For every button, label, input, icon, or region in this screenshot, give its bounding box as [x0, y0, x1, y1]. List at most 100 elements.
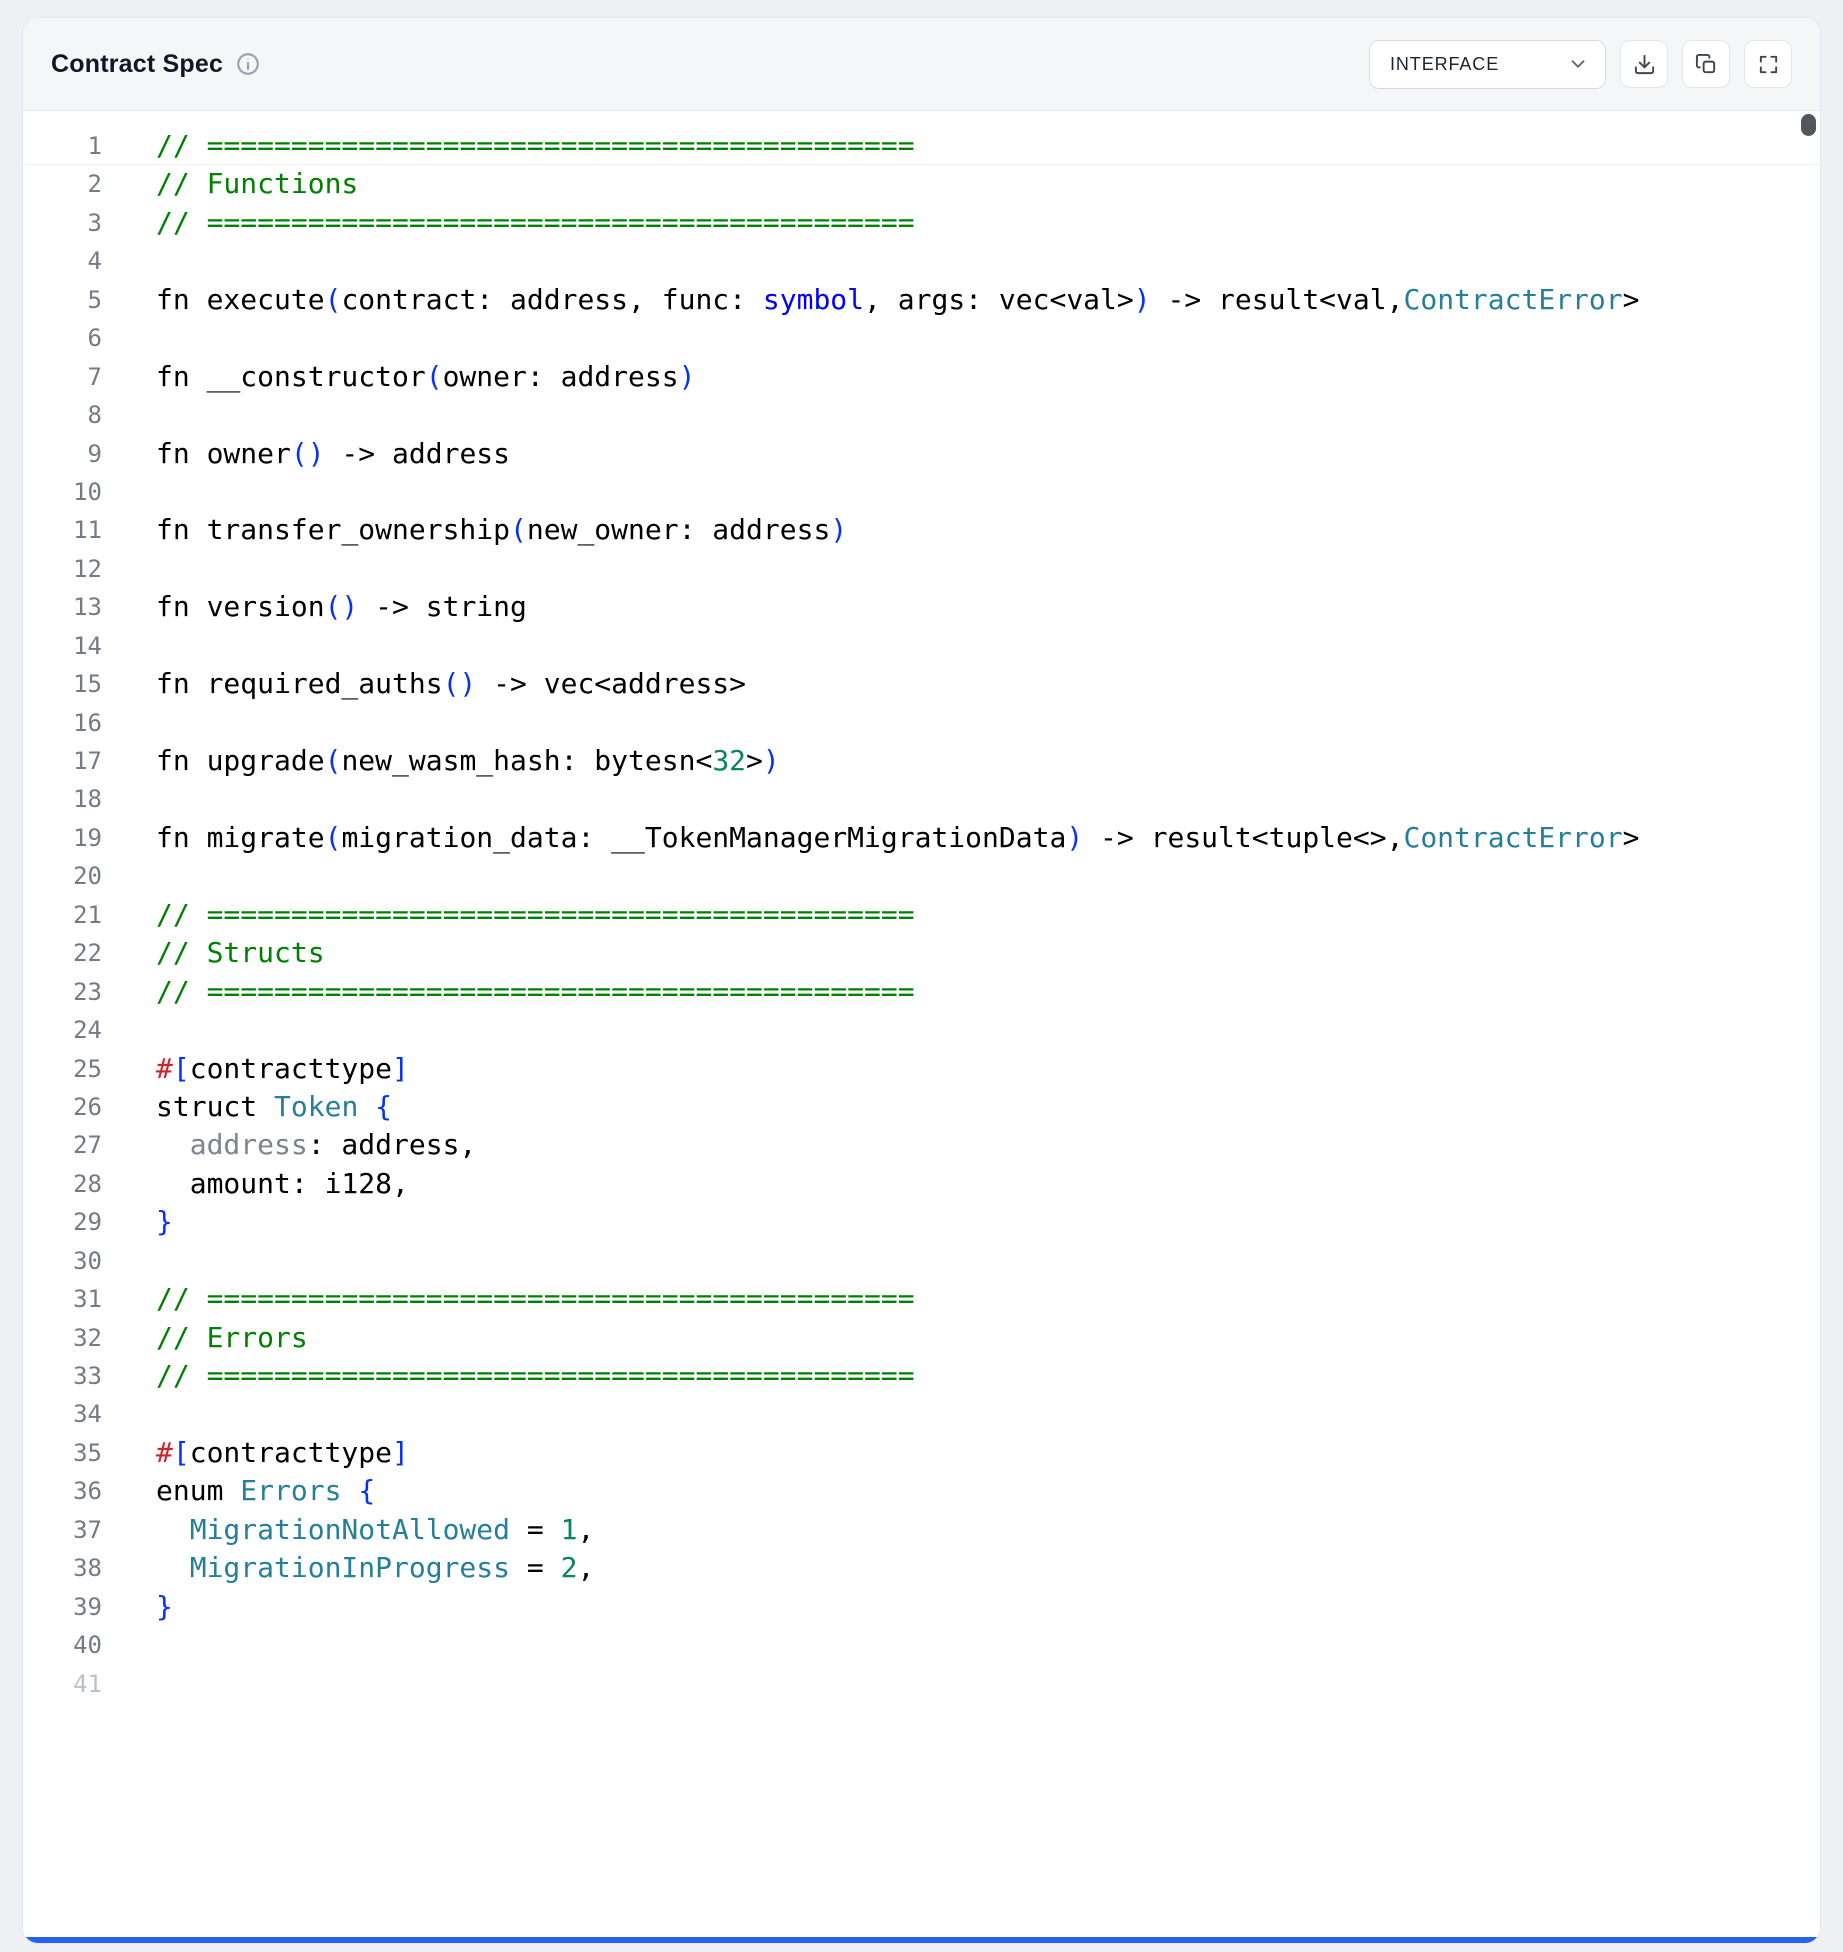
- line-number: 33: [23, 1357, 102, 1395]
- fullscreen-icon: [1757, 53, 1780, 76]
- code-line: 2// Functions: [23, 165, 1820, 203]
- code-text: [102, 475, 156, 508]
- code-text: [102, 859, 156, 892]
- code-text: [102, 398, 156, 431]
- code-line: 40: [23, 1626, 1820, 1664]
- code-line: 28 amount: i128,: [23, 1165, 1820, 1203]
- code-line: 4: [23, 242, 1820, 280]
- code-line: 21// ===================================…: [23, 896, 1820, 934]
- line-number: 2: [23, 165, 102, 203]
- code-text: }: [102, 1590, 173, 1623]
- info-icon[interactable]: [235, 51, 261, 77]
- code-text: [102, 1244, 156, 1277]
- code-lines: 1// ====================================…: [23, 127, 1820, 1703]
- view-dropdown[interactable]: INTERFACE: [1369, 40, 1606, 89]
- code-text: fn __constructor(owner: address): [102, 360, 695, 393]
- code-line: 1// ====================================…: [23, 127, 1820, 165]
- code-text: fn transfer_ownership(new_owner: address…: [102, 513, 847, 546]
- line-number: 13: [23, 588, 102, 626]
- code-line: 3// ====================================…: [23, 204, 1820, 242]
- line-number: 9: [23, 435, 102, 473]
- code-line: 22// Structs: [23, 934, 1820, 972]
- line-number: 40: [23, 1626, 102, 1664]
- code-text: fn migrate(migration_data: __TokenManage…: [102, 821, 1639, 854]
- copy-icon: [1695, 53, 1718, 76]
- code-text: [102, 629, 156, 662]
- code-text: [102, 1667, 156, 1700]
- line-number: 24: [23, 1011, 102, 1049]
- view-dropdown-value: INTERFACE: [1390, 54, 1499, 75]
- line-number: 6: [23, 319, 102, 357]
- panel-header: Contract Spec INTERFACE: [23, 18, 1820, 111]
- line-number: 16: [23, 704, 102, 742]
- code-line: 29}: [23, 1203, 1820, 1241]
- code-line: 35#[contracttype]: [23, 1434, 1820, 1472]
- line-number: 25: [23, 1050, 102, 1088]
- code-line: 7fn __constructor(owner: address): [23, 358, 1820, 396]
- line-number: 8: [23, 396, 102, 434]
- line-number: 38: [23, 1549, 102, 1587]
- code-text: fn execute(contract: address, func: symb…: [102, 283, 1640, 316]
- download-icon: [1633, 53, 1656, 76]
- code-text: [102, 244, 156, 277]
- code-line: 6: [23, 319, 1820, 357]
- line-number: 22: [23, 934, 102, 972]
- code-text: // Structs: [102, 936, 325, 969]
- line-number: 26: [23, 1088, 102, 1126]
- line-number: 31: [23, 1280, 102, 1318]
- line-number: 35: [23, 1434, 102, 1472]
- code-text: #[contracttype]: [102, 1052, 409, 1085]
- code-line: 27 address: address,: [23, 1126, 1820, 1164]
- code-line: 18: [23, 780, 1820, 818]
- line-number: 37: [23, 1511, 102, 1549]
- download-button[interactable]: [1620, 40, 1668, 88]
- code-line: 38 MigrationInProgress = 2,: [23, 1549, 1820, 1587]
- code-line: 12: [23, 550, 1820, 588]
- code-text: [102, 706, 156, 739]
- code-line: 23// ===================================…: [23, 973, 1820, 1011]
- code-text: [102, 1013, 156, 1046]
- code-text: fn version() -> string: [102, 590, 527, 623]
- code-viewer[interactable]: 1// ====================================…: [23, 111, 1820, 1943]
- line-number: 1: [23, 127, 102, 165]
- scrollbar-thumb[interactable]: [1801, 114, 1816, 136]
- fullscreen-button[interactable]: [1744, 40, 1792, 88]
- header-left: Contract Spec: [51, 50, 261, 79]
- code-text: enum Errors {: [102, 1474, 375, 1507]
- line-number: 30: [23, 1242, 102, 1280]
- code-text: // =====================================…: [102, 206, 915, 239]
- code-text: // =====================================…: [102, 129, 915, 162]
- code-text: address: address,: [102, 1128, 476, 1161]
- code-line: 30: [23, 1242, 1820, 1280]
- code-text: [102, 1628, 156, 1661]
- code-text: // =====================================…: [102, 898, 915, 931]
- code-text: fn owner() -> address: [102, 437, 510, 470]
- line-number: 32: [23, 1319, 102, 1357]
- code-line: 26struct Token {: [23, 1088, 1820, 1126]
- code-line: 41: [23, 1665, 1820, 1703]
- code-line: 11fn transfer_ownership(new_owner: addre…: [23, 511, 1820, 549]
- code-text: }: [102, 1205, 173, 1238]
- code-line: 9fn owner() -> address: [23, 435, 1820, 473]
- code-text: #[contracttype]: [102, 1436, 409, 1469]
- copy-button[interactable]: [1682, 40, 1730, 88]
- line-number: 41: [23, 1665, 102, 1703]
- code-text: MigrationNotAllowed = 1,: [102, 1513, 594, 1546]
- code-line: 15fn required_auths() -> vec<address>: [23, 665, 1820, 703]
- line-number: 19: [23, 819, 102, 857]
- code-line: 20: [23, 857, 1820, 895]
- code-line: 13fn version() -> string: [23, 588, 1820, 626]
- panel-title: Contract Spec: [51, 50, 223, 79]
- code-line: 33// ===================================…: [23, 1357, 1820, 1395]
- line-number: 21: [23, 896, 102, 934]
- line-number: 29: [23, 1203, 102, 1241]
- code-text: fn required_auths() -> vec<address>: [102, 667, 746, 700]
- code-line: 19fn migrate(migration_data: __TokenMana…: [23, 819, 1820, 857]
- code-text: // =====================================…: [102, 1359, 915, 1392]
- code-line: 31// ===================================…: [23, 1280, 1820, 1318]
- line-number: 20: [23, 857, 102, 895]
- line-number: 12: [23, 550, 102, 588]
- line-number: 3: [23, 204, 102, 242]
- code-line: 10: [23, 473, 1820, 511]
- vertical-scrollbar[interactable]: [1801, 114, 1816, 1931]
